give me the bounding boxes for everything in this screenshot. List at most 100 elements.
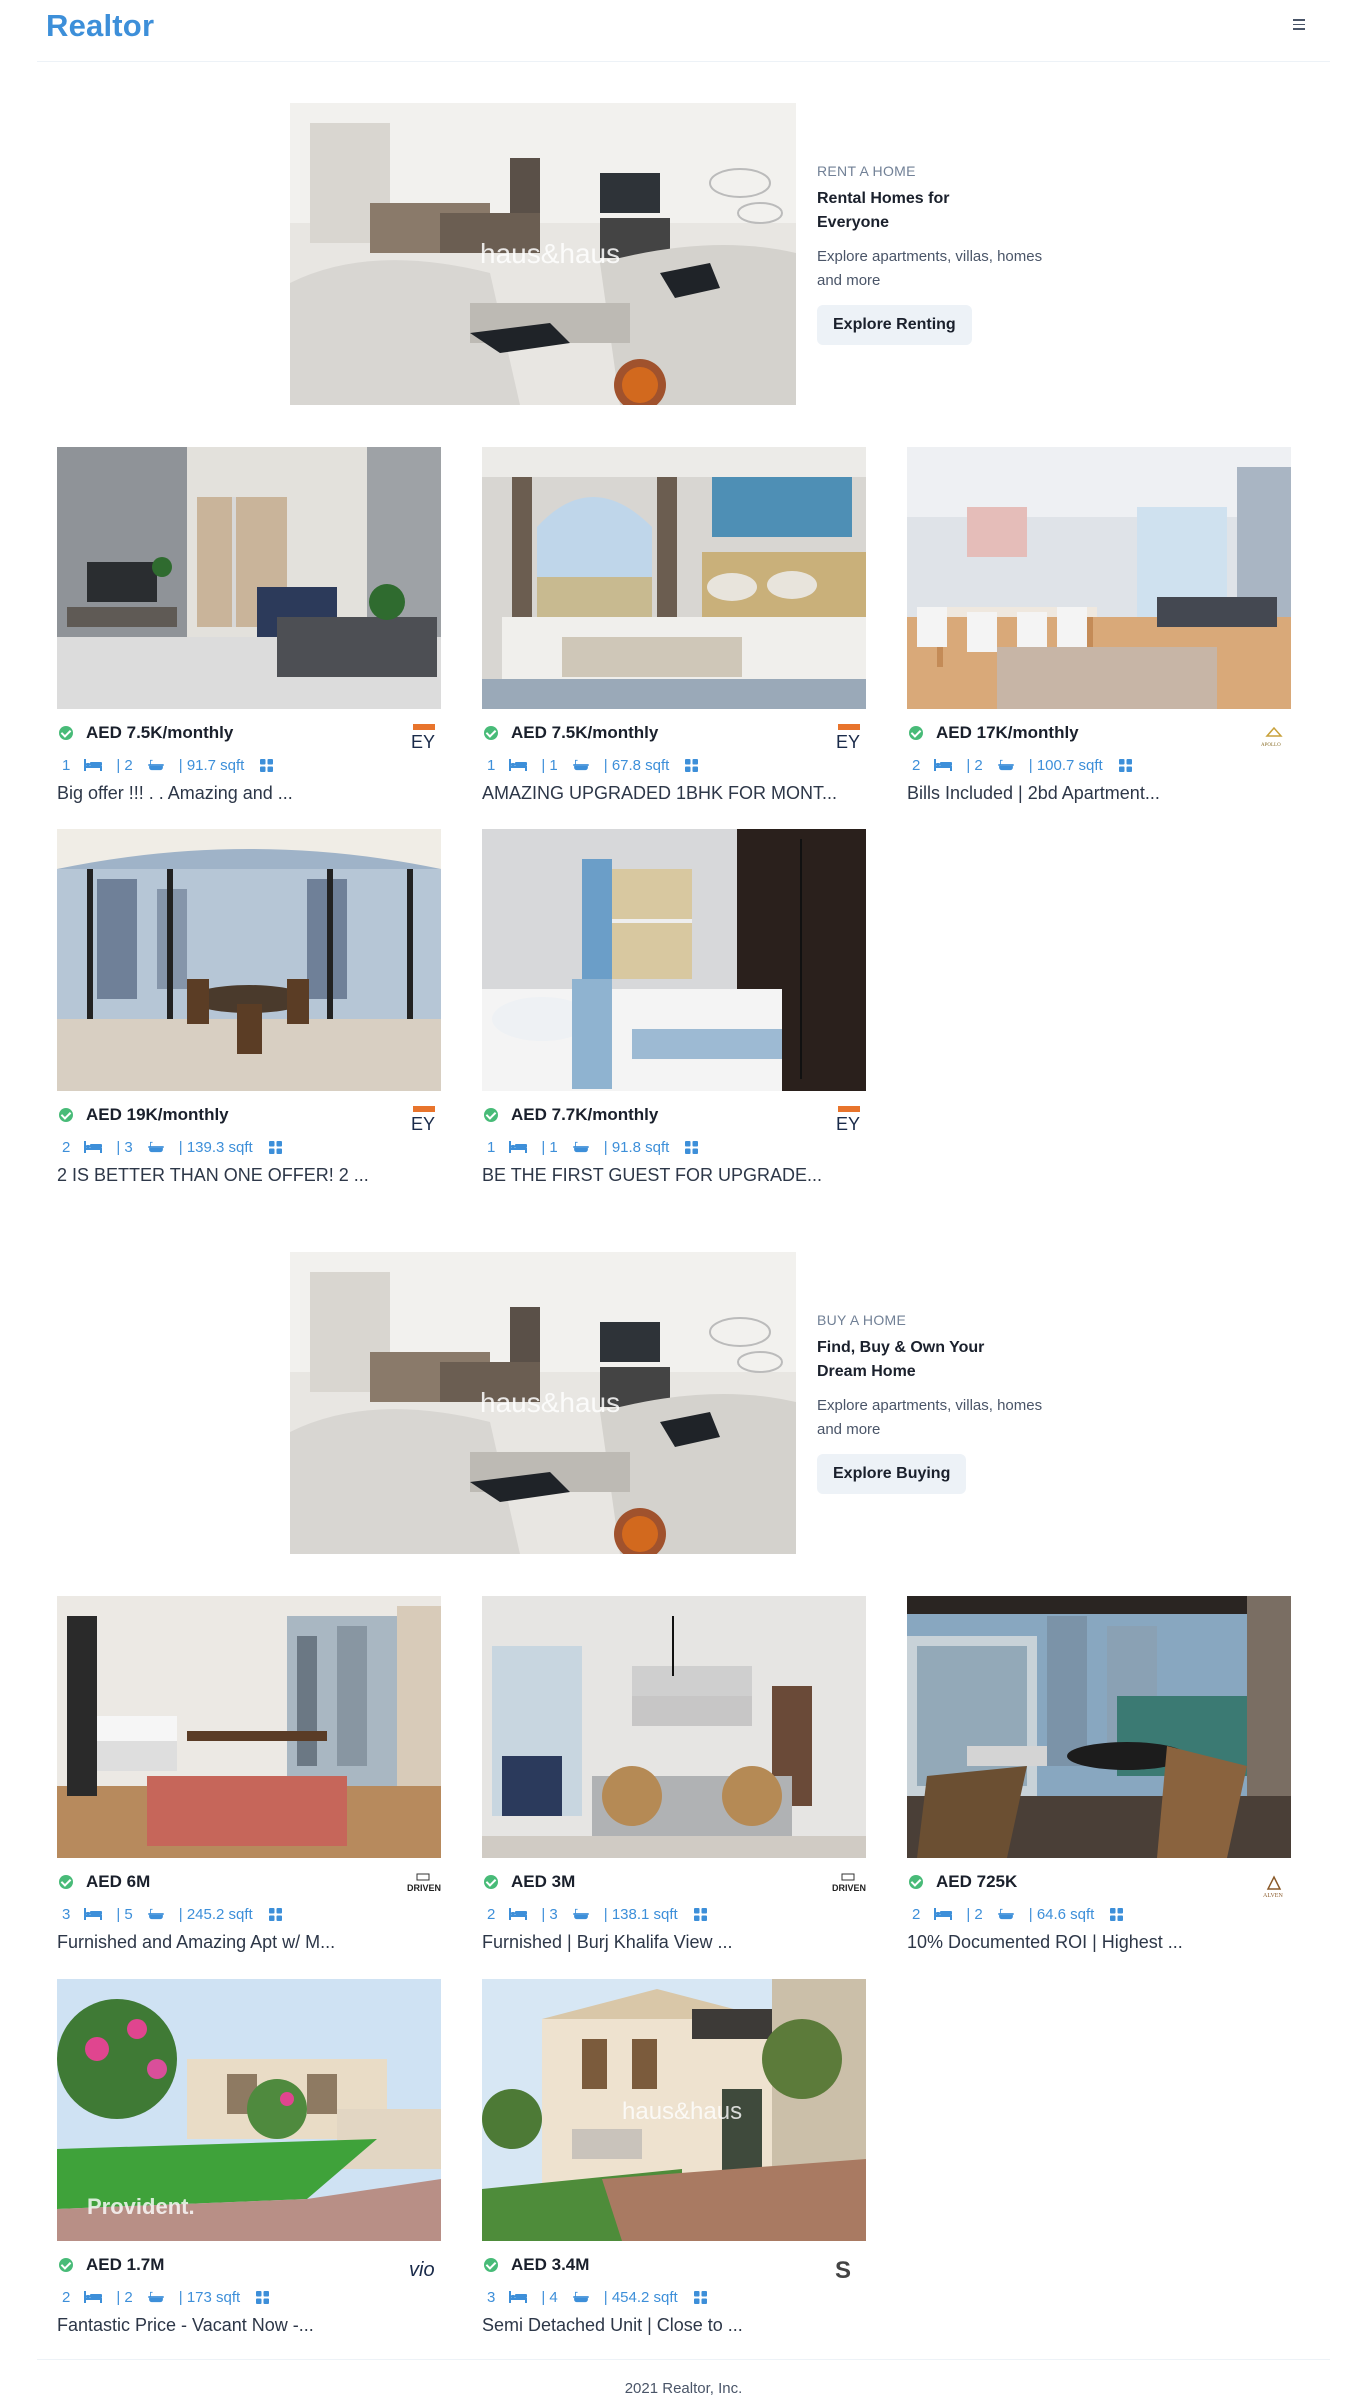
- property-meta: 2 | 3 | 139.3 sqft: [62, 1137, 282, 1157]
- area-grid-icon: [269, 1141, 282, 1154]
- hamburger-menu-icon[interactable]: [1290, 16, 1308, 36]
- agency-logo[interactable]: DRIVEN: [407, 1869, 441, 1903]
- area-grid-icon: [694, 1908, 707, 1921]
- property-image[interactable]: [57, 829, 441, 1091]
- property-image[interactable]: [57, 1596, 441, 1858]
- property-card[interactable]: AED 7.7K/monthly EY 1 | 1 | 91.8 sqft BE…: [482, 829, 866, 1199]
- banner-title-line2: Dream Home: [817, 1363, 916, 1380]
- property-title[interactable]: Semi Detached Unit | Close to ...: [482, 2315, 743, 2336]
- room-count: 2: [62, 2288, 71, 2306]
- banner-title-line1: Rental Homes for: [817, 190, 950, 207]
- bath-icon: [997, 1908, 1015, 1920]
- bath-icon: [572, 759, 590, 771]
- bath-count: | 2: [966, 1905, 983, 1923]
- price-row: AED 3.4M S: [482, 2252, 866, 2286]
- agency-logo[interactable]: EY: [407, 720, 441, 754]
- room-count: 1: [487, 756, 496, 774]
- property-card[interactable]: AED 7.5K/monthly EY 1 | 1 | 67.8 sqft AM…: [482, 447, 866, 817]
- area-value: | 64.6 sqft: [1028, 1905, 1095, 1923]
- property-meta: 1 | 1 | 67.8 sqft: [487, 755, 698, 775]
- property-image[interactable]: [57, 447, 441, 709]
- rent-banner-text: RENT A HOME Rental Homes for Everyone Ex…: [817, 163, 1087, 345]
- bed-icon: [934, 1908, 952, 1920]
- agency-logo[interactable]: DRIVEN: [832, 1869, 866, 1903]
- area-grid-icon: [694, 2291, 707, 2304]
- bath-icon: [147, 2291, 165, 2303]
- agency-logo[interactable]: vio: [407, 2252, 441, 2286]
- property-title[interactable]: AMAZING UPGRADED 1BHK FOR MONT...: [482, 783, 837, 804]
- agency-logo[interactable]: EY: [407, 1102, 441, 1136]
- property-image[interactable]: haus&haus: [482, 1979, 866, 2241]
- bath-count: | 4: [541, 2288, 558, 2306]
- property-image[interactable]: [907, 447, 1291, 709]
- agency-logo[interactable]: APOLLO: [1257, 720, 1291, 754]
- agency-logo[interactable]: ALVEN: [1257, 1869, 1291, 1903]
- explore-buying-button[interactable]: Explore Buying: [817, 1454, 967, 1494]
- bath-icon: [147, 1141, 165, 1153]
- area-value: | 139.3 sqft: [178, 1138, 253, 1156]
- verified-check-icon: [484, 2258, 498, 2272]
- property-image[interactable]: [482, 447, 866, 709]
- rent-banner-image: haus&haus: [290, 103, 796, 405]
- property-title[interactable]: 10% Documented ROI | Highest ...: [907, 1932, 1183, 1953]
- property-card[interactable]: Provident. AED 1.7M vio 2 | 2 | 173 sqft…: [57, 1979, 441, 2349]
- agency-logo-text: EY: [411, 1114, 435, 1134]
- verified-check-icon: [484, 726, 498, 740]
- property-card[interactable]: AED 725K ALVEN 2 | 2 | 64.6 sqft 10% Doc…: [907, 1596, 1291, 1966]
- banner-desc-line1: Explore apartments, villas, homes: [817, 1397, 1043, 1414]
- bed-icon: [509, 1141, 527, 1153]
- property-image[interactable]: [907, 1596, 1291, 1858]
- room-count: 2: [62, 1138, 71, 1156]
- property-card[interactable]: AED 17K/monthly APOLLO 2 | 2 | 100.7 sqf…: [907, 447, 1291, 817]
- bath-icon: [147, 1908, 165, 1920]
- property-title[interactable]: Fantastic Price - Vacant Now -...: [57, 2315, 314, 2336]
- bath-icon: [572, 1908, 590, 1920]
- property-price: AED 3M: [511, 1872, 576, 1891]
- image-watermark: haus&haus: [622, 2098, 742, 2125]
- property-card[interactable]: AED 3M DRIVEN 2 | 3 | 138.1 sqft Furnish…: [482, 1596, 866, 1966]
- property-meta: 2 | 2 | 64.6 sqft: [912, 1904, 1123, 1924]
- price-row: AED 7.7K/monthly EY: [482, 1102, 866, 1136]
- price-row: AED 725K ALVEN: [907, 1869, 1291, 1903]
- agency-logo-text: APOLLO: [1261, 743, 1281, 748]
- banner-purpose: BUY A HOME: [817, 1312, 907, 1328]
- bath-count: | 3: [116, 1138, 133, 1156]
- banner-watermark: haus&haus: [480, 238, 620, 269]
- property-title[interactable]: Furnished and Amazing Apt w/ M...: [57, 1932, 335, 1953]
- agency-logo[interactable]: EY: [832, 1102, 866, 1136]
- property-title[interactable]: BE THE FIRST GUEST FOR UPGRADE...: [482, 1165, 822, 1186]
- agency-logo[interactable]: S: [832, 2252, 866, 2286]
- banner-description: Explore apartments, villas, homes and mo…: [817, 1394, 1087, 1442]
- bed-icon: [509, 2291, 527, 2303]
- bath-count: | 5: [116, 1905, 133, 1923]
- explore-renting-button[interactable]: Explore Renting: [817, 305, 972, 345]
- property-image[interactable]: Provident.: [57, 1979, 441, 2241]
- agency-logo-text: S: [835, 2257, 851, 2284]
- property-title[interactable]: 2 IS BETTER THAN ONE OFFER! 2 ...: [57, 1165, 369, 1186]
- property-card[interactable]: haus&haus AED 3.4M S 3 | 4 | 454.2 sqft …: [482, 1979, 866, 2349]
- brand-logo[interactable]: Realtor: [46, 8, 154, 44]
- room-count: 2: [487, 1905, 496, 1923]
- agency-logo[interactable]: EY: [832, 720, 866, 754]
- property-image[interactable]: [482, 1596, 866, 1858]
- property-price: AED 7.5K/monthly: [86, 723, 234, 742]
- agency-logo-text: ALVEN: [1263, 1893, 1283, 1899]
- verified-check-icon: [59, 2258, 73, 2272]
- property-title[interactable]: Bills Included | 2bd Apartment...: [907, 783, 1160, 804]
- property-title[interactable]: Big offer !!! . . Amazing and ...: [57, 783, 293, 804]
- navbar: Realtor: [37, 0, 1330, 62]
- bath-icon: [147, 759, 165, 771]
- bath-count: | 2: [116, 2288, 133, 2306]
- property-image[interactable]: [482, 829, 866, 1091]
- bed-icon: [84, 1141, 102, 1153]
- buy-banner-text: BUY A HOME Find, Buy & Own Your Dream Ho…: [817, 1312, 1087, 1494]
- property-card[interactable]: AED 19K/monthly EY 2 | 3 | 139.3 sqft 2 …: [57, 829, 441, 1199]
- property-card[interactable]: AED 6M DRIVEN 3 | 5 | 245.2 sqft Furnish…: [57, 1596, 441, 1966]
- property-card[interactable]: AED 7.5K/monthly EY 1 | 2 | 91.7 sqft Bi…: [57, 447, 441, 817]
- property-price: AED 725K: [936, 1872, 1018, 1891]
- property-title[interactable]: Furnished | Burj Khalifa View ...: [482, 1932, 732, 1953]
- verified-check-icon: [59, 1108, 73, 1122]
- banner-title: Rental Homes for Everyone: [817, 187, 1087, 235]
- bath-icon: [572, 1141, 590, 1153]
- footer: 2021 Realtor, Inc.: [37, 2359, 1330, 2403]
